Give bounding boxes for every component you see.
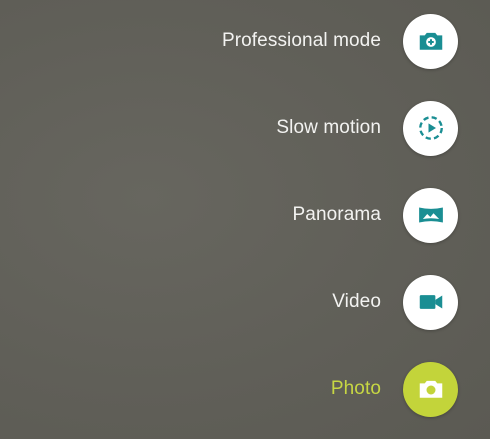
slow-motion-icon xyxy=(418,116,443,140)
mode-panorama-label: Panorama xyxy=(292,204,381,225)
panorama-icon xyxy=(418,207,443,223)
mode-slow-motion-button[interactable] xyxy=(403,100,458,156)
camera-mode-list: Professional mode Slow motion Panorama V… xyxy=(0,0,490,439)
mode-video[interactable]: Video xyxy=(0,267,490,337)
mode-photo-label: Photo xyxy=(330,378,381,399)
photo-camera-icon xyxy=(419,380,442,398)
mode-video-button[interactable] xyxy=(403,274,458,330)
mode-professional-label: Professional mode xyxy=(221,30,381,51)
mode-panorama[interactable]: Panorama xyxy=(0,180,490,250)
mode-professional-button[interactable] xyxy=(403,13,458,69)
video-camera-icon xyxy=(419,295,442,309)
mode-professional[interactable]: Professional mode xyxy=(0,6,490,76)
mode-slow-motion-label: Slow motion xyxy=(276,117,381,138)
mode-video-label: Video xyxy=(332,291,381,312)
mode-slow-motion[interactable]: Slow motion xyxy=(0,93,490,163)
mode-panorama-button[interactable] xyxy=(403,187,458,243)
pro-camera-icon xyxy=(419,32,442,50)
mode-photo[interactable]: Photo xyxy=(0,354,490,424)
mode-photo-button[interactable] xyxy=(403,361,458,417)
